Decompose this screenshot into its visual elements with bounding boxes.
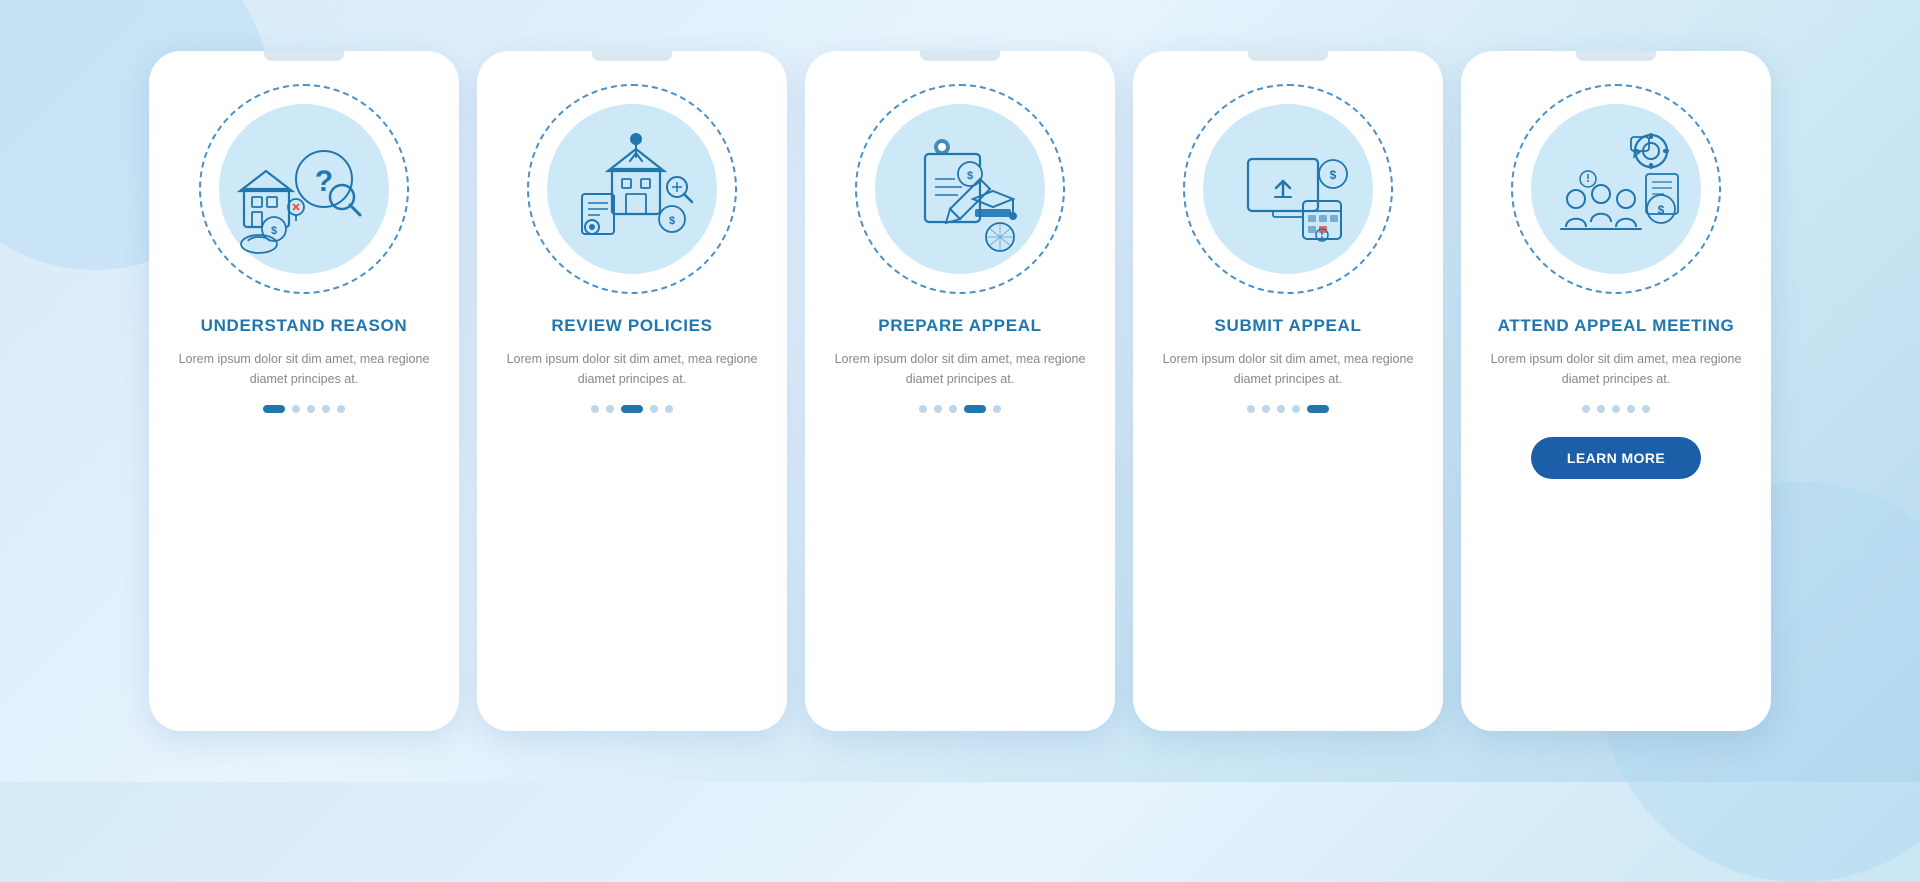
svg-text:$: $	[271, 225, 277, 237]
dot	[307, 405, 315, 413]
card-prepare-appeal: $ PREPARE APPEAL Lorem ipsum dolor sit d…	[805, 51, 1115, 731]
card-1-title: UNDERSTAND REASON	[181, 315, 428, 336]
dot	[322, 405, 330, 413]
dot	[1277, 405, 1285, 413]
illustration-area-1: $ ?	[194, 79, 414, 299]
card-4-desc: Lorem ipsum dolor sit dim amet, mea regi…	[1133, 350, 1443, 389]
icon-understand: $ ?	[234, 119, 374, 259]
dot	[665, 405, 673, 413]
card-2-desc: Lorem ipsum dolor sit dim amet, mea regi…	[477, 350, 787, 389]
dot	[1262, 405, 1270, 413]
card-1-desc: Lorem ipsum dolor sit dim amet, mea regi…	[149, 350, 459, 389]
illustration-area-3: $	[850, 79, 1070, 299]
card-3-dots	[919, 405, 1001, 413]
phone-notch	[264, 51, 344, 61]
dot-active	[263, 405, 285, 413]
card-5-desc: Lorem ipsum dolor sit dim amet, mea regi…	[1461, 350, 1771, 389]
svg-text:$: $	[967, 170, 973, 182]
dot	[919, 405, 927, 413]
dot	[292, 405, 300, 413]
dot	[993, 405, 1001, 413]
dot	[949, 405, 957, 413]
card-3-desc: Lorem ipsum dolor sit dim amet, mea regi…	[805, 350, 1115, 389]
card-2-dots	[591, 405, 673, 413]
illustration-area-2: $	[522, 79, 742, 299]
card-attend-appeal-meeting: $ ATTEND APPEAL MEETING Lorem ipsum dolo…	[1461, 51, 1771, 731]
card-2-title: REVIEW POLICIES	[531, 315, 732, 336]
dot	[1612, 405, 1620, 413]
icon-submit-appeal: $	[1218, 119, 1358, 259]
dot-active	[1307, 405, 1329, 413]
icon-review-policies: $	[562, 119, 702, 259]
illustration-area-5: $	[1506, 79, 1726, 299]
illustration-area-4: $	[1178, 79, 1398, 299]
dot-active	[621, 405, 643, 413]
cards-container: $ ? UNDERSTAND REASON Lorem ipsum dolor …	[119, 21, 1801, 761]
dot	[1597, 405, 1605, 413]
card-1-dots	[263, 405, 345, 413]
card-4-title: SUBMIT APPEAL	[1194, 315, 1381, 336]
icon-prepare-appeal: $	[890, 119, 1030, 259]
svg-text:$: $	[669, 215, 675, 227]
dot	[1292, 405, 1300, 413]
learn-more-button[interactable]: LEARN MORE	[1531, 437, 1701, 479]
dot	[934, 405, 942, 413]
card-5-dots	[1582, 405, 1650, 413]
card-3-title: PREPARE APPEAL	[858, 315, 1062, 336]
icon-attend-meeting: $	[1546, 119, 1686, 259]
dot	[606, 405, 614, 413]
phone-notch	[1576, 51, 1656, 61]
card-review-policies: $ REVIEW POLICIES Lorem ipsum dolor sit …	[477, 51, 787, 731]
dot	[1582, 405, 1590, 413]
dot	[591, 405, 599, 413]
card-4-dots	[1247, 405, 1329, 413]
dot-active	[964, 405, 986, 413]
phone-notch	[1248, 51, 1328, 61]
svg-text:$: $	[1330, 168, 1337, 182]
card-understand-reason: $ ? UNDERSTAND REASON Lorem ipsum dolor …	[149, 51, 459, 731]
dot	[337, 405, 345, 413]
dot	[1627, 405, 1635, 413]
card-submit-appeal: $ SUBMIT APPEAL Lorem ipsum dolor sit di…	[1133, 51, 1443, 731]
dot	[650, 405, 658, 413]
phone-notch	[920, 51, 1000, 61]
card-5-title: ATTEND APPEAL MEETING	[1478, 315, 1755, 336]
dot	[1642, 405, 1650, 413]
dot	[1247, 405, 1255, 413]
phone-notch	[592, 51, 672, 61]
